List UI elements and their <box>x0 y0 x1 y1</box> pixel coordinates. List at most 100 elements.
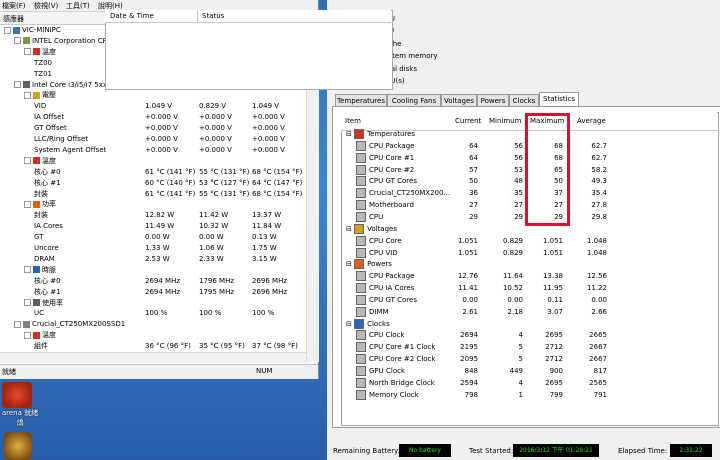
collapse-icon[interactable] <box>24 331 31 339</box>
sensor-label: DRAM <box>34 254 55 263</box>
stat-label: ⊟ Powers <box>346 259 392 270</box>
stat-row[interactable]: North Bridge Clock 2594 4 2695 2565 <box>342 377 716 389</box>
sensor-label: Crucial_CT250MX200SSD1 <box>14 319 125 330</box>
collapse-icon[interactable]: ⊟ <box>346 260 354 268</box>
stat-row[interactable]: CPU GT Cores 0.00 0.00 0.11 0.00 <box>342 294 716 306</box>
sensor-group-row[interactable]: 時脈 <box>0 265 306 276</box>
stat-row[interactable]: CPU IA Cores 11.41 10.52 11.95 11.22 <box>342 282 716 294</box>
sensor-icon <box>356 306 366 317</box>
disk-icon <box>23 320 30 328</box>
stat-group-row[interactable]: ⊟ Powers <box>342 258 716 270</box>
menu-view[interactable]: 檢視(V) <box>34 1 58 11</box>
stat-label: CPU IA Cores <box>356 282 414 294</box>
volt-icon <box>33 91 40 99</box>
stat-row[interactable]: CPU Core #2 Clock 2095 5 2712 2667 <box>342 353 716 365</box>
sensor-label: 核心 #1 <box>34 178 61 187</box>
collapse-icon[interactable] <box>24 157 31 165</box>
sensor-row[interactable]: 封裝 12.82 W 11.42 W 13.37 W <box>0 210 306 221</box>
log-header-date[interactable]: Date & Time <box>110 12 154 20</box>
menu-file[interactable]: 檔案(F) <box>2 1 26 11</box>
collapse-icon[interactable] <box>4 26 11 34</box>
sensor-row[interactable]: DRAM 2.53 W 2.33 W 3.15 W <box>0 254 306 265</box>
collapse-icon[interactable]: ⊟ <box>346 130 354 138</box>
stat-row[interactable]: CPU Package 12.76 11.64 13.38 12.56 <box>342 270 716 282</box>
collapse-icon[interactable] <box>24 91 31 99</box>
sensor-mx-value: +0.000 V <box>252 113 285 122</box>
grid-header-item[interactable]: Item <box>345 117 361 125</box>
sensor-row[interactable]: 核心 #0 2694 MHz 1796 MHz 2696 MHz <box>0 276 306 287</box>
collapse-icon[interactable] <box>24 299 31 306</box>
sensor-row[interactable]: System Agent Offset +0.000 V +0.000 V +0.00… <box>0 145 306 156</box>
stat-min-value: 449 <box>509 367 523 375</box>
stat-row[interactable]: GPU Clock 848 449 900 817 <box>342 365 716 377</box>
collapse-icon[interactable] <box>14 81 21 88</box>
stat-min-value: 35 <box>514 189 523 198</box>
sensor-icon <box>356 188 366 199</box>
sensor-v-value: 0.00 W <box>145 233 170 242</box>
stat-min-value: 2.18 <box>507 307 523 316</box>
sensor-row[interactable]: IA Cores 11.49 W 10.32 W 11.84 W <box>0 221 306 232</box>
collapse-icon[interactable] <box>24 266 31 274</box>
sensor-row[interactable]: 封裝 61 °C (141 °F) 55 °C (131 °F) 68 °C (154… <box>0 189 306 200</box>
sensor-group-row[interactable]: 電壓 <box>0 90 306 101</box>
sensor-group-row[interactable]: 使用率 <box>0 298 306 309</box>
sensor-label: 封裝 <box>34 189 48 198</box>
status-text: 就緒 <box>2 368 16 376</box>
sensor-mx-value: 64 °C (147 °F) <box>252 178 303 187</box>
collapse-icon[interactable]: ⊟ <box>346 320 354 328</box>
sensor-group-row[interactable]: 溫度 <box>0 330 306 341</box>
sensor-group-row[interactable]: 功率 <box>0 199 306 210</box>
stat-cur-value: 2195 <box>460 343 478 352</box>
stat-row[interactable]: CPU Core 1.051 0.829 1.051 1.048 <box>342 235 716 247</box>
stat-row[interactable]: DIMM 2.61 2.18 3.07 2.66 <box>342 306 716 318</box>
sensor-icon <box>356 389 366 400</box>
sensor-row[interactable]: Uncore 1.33 W 1.06 W 1.75 W <box>0 243 306 254</box>
collapse-icon[interactable] <box>14 320 21 328</box>
stat-avg-value: 62.7 <box>591 153 607 162</box>
sensor-group-row[interactable]: Crucial_CT250MX200SSD1 <box>0 319 306 330</box>
sensor-mx-value: 68 °C (154 °F) <box>252 167 303 176</box>
sensor-label: Intel Core i3/i5/i7 5xxx <box>14 80 111 91</box>
stat-group-row[interactable]: ⊟ Clocks <box>342 318 716 330</box>
stat-min-value: 0.829 <box>502 236 523 245</box>
sensor-group-row[interactable]: 溫度 <box>0 156 306 167</box>
sensor-row[interactable]: UC 100 % 100 % 100 % <box>0 308 306 319</box>
collapse-icon[interactable] <box>24 48 31 56</box>
menu-tools[interactable]: 工具(T) <box>66 1 90 11</box>
sensor-row[interactable]: VID 1.049 V 0.829 V 1.049 V <box>0 101 306 112</box>
stat-row[interactable]: CPU Core #1 Clock 2195 5 2712 2667 <box>342 341 716 353</box>
sensor-label: LLC/Ring Offset <box>34 135 88 143</box>
stat-cur-value: 0.00 <box>462 295 478 304</box>
log-header-status[interactable]: Status <box>202 12 224 20</box>
stat-min-value: 56 <box>514 141 523 150</box>
stat-label: CPU Clock <box>356 329 404 341</box>
sensor-row[interactable]: LLC/Ring Offset +0.000 V +0.000 V +0.000 V <box>0 134 306 145</box>
stat-row[interactable]: CPU Clock 2694 4 2695 2665 <box>342 329 716 341</box>
sensor-row[interactable]: 核心 #1 2694 MHz 1795 MHz 2696 MHz <box>0 287 306 298</box>
grid-header-minimum[interactable]: Minimum <box>489 117 521 125</box>
grid-header-average[interactable]: Average <box>577 117 606 125</box>
sensor-row[interactable]: GT 0.00 W 0.00 W 0.13 W <box>0 232 306 243</box>
sensor-mx-value: 3.15 W <box>252 254 277 263</box>
arena-app-icon[interactable] <box>2 382 32 408</box>
sensor-row[interactable]: IA Offset +0.000 V +0.000 V +0.000 V <box>0 112 306 123</box>
tab-statistics[interactable]: Statistics <box>539 92 579 107</box>
test-started-value: 2016/3/12 下午 01:28:21 <box>513 444 599 457</box>
sensor-row[interactable]: 組件 36 °C (96 °F) 35 °C (95 °F) 37 °C (98 °F… <box>0 341 306 352</box>
arena-icon-label[interactable]: arena 就緒 鴿 <box>0 408 40 428</box>
stat-row[interactable]: Memory Clock 798 1 799 791 <box>342 389 716 401</box>
collapse-icon[interactable]: ⊟ <box>346 225 354 233</box>
collapse-icon[interactable] <box>14 37 21 45</box>
grid-header-current[interactable]: Current <box>455 117 481 125</box>
horizontal-scrollbar[interactable] <box>0 352 306 363</box>
stat-row[interactable]: CPU VID 1.051 0.829 1.051 1.048 <box>342 247 716 259</box>
cpu-icon <box>23 81 30 88</box>
collapse-icon[interactable] <box>24 200 31 208</box>
sensor-mx-value: 1.75 W <box>252 244 277 252</box>
sensor-row[interactable]: GT Offset +0.000 V +0.000 V +0.000 V <box>0 123 306 134</box>
header-sensor[interactable]: 感應器 <box>3 14 24 24</box>
game-app-icon[interactable] <box>4 432 32 460</box>
sensor-row[interactable]: 核心 #0 61 °C (141 °F) 55 °C (131 °F) 68 °C (… <box>0 167 306 178</box>
sensor-row[interactable]: 核心 #1 60 °C (140 °F) 53 °C (127 °F) 64 °C (… <box>0 178 306 189</box>
pc-icon <box>13 26 20 34</box>
